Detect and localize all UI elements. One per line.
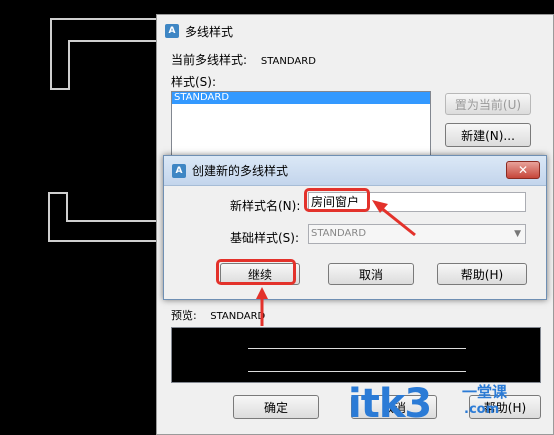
arrow-to-name-icon: [379, 205, 416, 237]
watermark-brand: itk3: [348, 381, 432, 427]
watermark-domain: .com: [464, 402, 500, 417]
watermark-logo: itk3: [348, 381, 432, 427]
annotation-arrows: [256, 200, 416, 326]
watermark-tagline: 一堂课: [462, 383, 508, 401]
arrowhead-icon: [256, 287, 268, 299]
